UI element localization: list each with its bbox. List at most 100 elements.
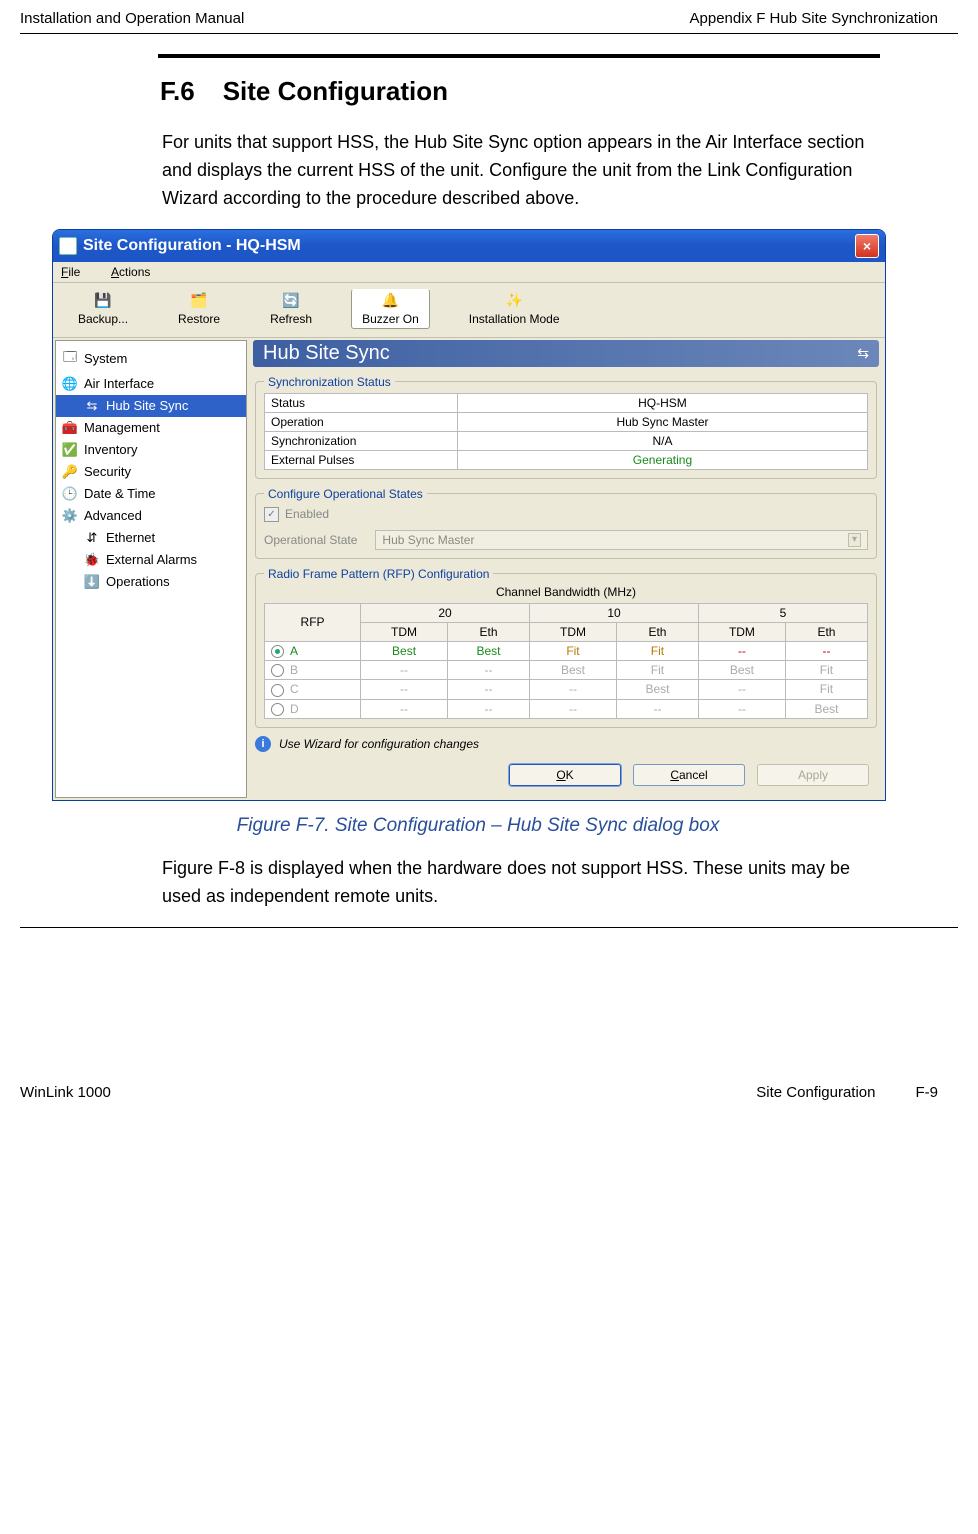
- col-bw20: 20: [361, 603, 530, 622]
- radio-icon: [271, 684, 284, 697]
- cancel-button[interactable]: Cancel: [633, 764, 745, 786]
- restore-button[interactable]: 🗂️ Restore: [167, 289, 231, 329]
- restore-icon: 🗂️: [178, 292, 220, 310]
- cbw-label: Channel Bandwidth (MHz): [264, 585, 868, 599]
- col-bw5: 5: [698, 603, 867, 622]
- rfp-cell: --: [448, 680, 530, 699]
- install-mode-button[interactable]: ✨ Installation Mode: [458, 289, 571, 329]
- sidebar-label: Hub Site Sync: [106, 398, 188, 413]
- rfp-cell: Best: [698, 661, 785, 680]
- rfp-row: D----------Best: [265, 699, 868, 718]
- sidebar-item-advanced[interactable]: ⚙️Advanced: [56, 505, 246, 527]
- dialog-titlebar[interactable]: Site Configuration - HQ-HSM ×: [53, 230, 885, 262]
- backup-button[interactable]: 💾 Backup...: [67, 289, 139, 329]
- rfp-group: Radio Frame Pattern (RFP) Configuration …: [255, 567, 877, 728]
- sidebar-label: Ethernet: [106, 530, 155, 545]
- pulses-key: External Pulses: [265, 450, 458, 469]
- rfp-cell: Best: [785, 699, 867, 718]
- sidebar-item-ethernet[interactable]: ⇵Ethernet: [56, 527, 246, 549]
- inventory-icon: ✅: [62, 442, 78, 458]
- ok-button[interactable]: OK: [509, 764, 621, 786]
- rfp-table: RFP 20 10 5 TDMEth TDMEth TDMEth ABestBe…: [264, 603, 868, 719]
- apply-button: Apply: [757, 764, 869, 786]
- enabled-checkbox: ✓: [264, 507, 279, 522]
- status-key: Status: [265, 393, 458, 412]
- sidebar-item-inventory[interactable]: ✅Inventory: [56, 439, 246, 461]
- rfp-cell: --: [361, 680, 448, 699]
- rfp-row: C------Best--Fit: [265, 680, 868, 699]
- sync-icon: ⇆: [84, 398, 100, 414]
- header-right: Appendix F Hub Site Synchronization: [690, 10, 938, 27]
- rfp-cell: Best: [530, 661, 617, 680]
- sidebar-label: Air Interface: [84, 376, 154, 391]
- restore-label: Restore: [178, 312, 220, 326]
- sidebar: 🗔System 🌐 Air Interface ⇆ Hub Site Sync 🧰M…: [55, 340, 247, 798]
- rfp-cell: Fit: [616, 641, 698, 660]
- section-number: F.6: [160, 76, 195, 106]
- sync-key: Synchronization: [265, 431, 458, 450]
- sidebar-item-air-interface[interactable]: 🌐 Air Interface: [56, 373, 246, 395]
- operation-key: Operation: [265, 412, 458, 431]
- rfp-cell: Best: [448, 641, 530, 660]
- rfp-radio-cell: C: [265, 680, 361, 699]
- sidebar-label: Management: [84, 420, 160, 435]
- sync-status-group: Synchronization Status StatusHQ-HSM Oper…: [255, 375, 877, 479]
- op-states-group: Configure Operational States ✓ Enabled O…: [255, 487, 877, 559]
- rfp-cell: --: [361, 699, 448, 718]
- buzzer-label: Buzzer On: [362, 312, 419, 326]
- sidebar-label: Operations: [106, 574, 170, 589]
- sidebar-item-system[interactable]: 🗔System: [56, 345, 246, 373]
- sync-status-table: StatusHQ-HSM OperationHub Sync Master Sy…: [264, 393, 868, 470]
- sync-value: N/A: [457, 431, 867, 450]
- link-icon: ⇆: [857, 345, 869, 362]
- install-label: Installation Mode: [469, 312, 560, 326]
- sidebar-item-security[interactable]: 🔑Security: [56, 461, 246, 483]
- close-icon[interactable]: ×: [855, 234, 879, 258]
- sidebar-item-hub-site-sync[interactable]: ⇆ Hub Site Sync: [56, 395, 246, 417]
- rfp-cell: Fit: [616, 661, 698, 680]
- rfp-cell: --: [698, 680, 785, 699]
- sidebar-item-operations[interactable]: ⬇️Operations: [56, 571, 246, 593]
- rfp-cell: --: [698, 641, 785, 660]
- sidebar-label: Security: [84, 464, 131, 479]
- radio-icon: [271, 664, 284, 677]
- col-tdm: TDM: [530, 622, 617, 641]
- sidebar-item-external-alarms[interactable]: 🐞 External Alarms: [56, 549, 246, 571]
- rfp-row: B----BestFitBestFit: [265, 661, 868, 680]
- sidebar-label: Advanced: [84, 508, 142, 523]
- menu-bar: File Actions: [53, 262, 885, 283]
- rfp-cell: --: [448, 661, 530, 680]
- col-bw10: 10: [530, 603, 699, 622]
- air-icon: 🌐: [62, 376, 78, 392]
- rfp-radio-cell: D: [265, 699, 361, 718]
- sidebar-item-date-time[interactable]: 🕒Date & Time: [56, 483, 246, 505]
- rfp-cell: Fit: [785, 680, 867, 699]
- op-state-label: Operational State: [264, 533, 357, 547]
- paragraph-1: For units that support HSS, the Hub Site…: [162, 129, 876, 213]
- refresh-label: Refresh: [270, 312, 312, 326]
- buzzer-button[interactable]: 🔔 Buzzer On: [351, 289, 430, 329]
- wizard-icon: ✨: [469, 292, 560, 310]
- main-panel: Hub Site Sync ⇆ Synchronization Status S…: [247, 338, 885, 800]
- section-rule: [158, 54, 880, 58]
- rfp-cell: --: [448, 699, 530, 718]
- rfp-cell: Best: [361, 641, 448, 660]
- radio-icon: [271, 645, 284, 658]
- menu-file[interactable]: File: [61, 265, 94, 279]
- rfp-legend: Radio Frame Pattern (RFP) Configuration: [264, 567, 493, 581]
- sidebar-label: External Alarms: [106, 552, 197, 567]
- alarm-icon: 🐞: [84, 552, 100, 568]
- system-icon: 🗔: [62, 348, 78, 370]
- sidebar-item-management[interactable]: 🧰Management: [56, 417, 246, 439]
- buzzer-icon: 🔔: [362, 292, 419, 310]
- dialog-title-icon: [59, 237, 77, 255]
- footer-rule: [20, 927, 958, 928]
- chevron-down-icon: ▾: [848, 533, 861, 547]
- menu-actions[interactable]: Actions: [111, 265, 150, 279]
- op-state-value: Hub Sync Master: [382, 533, 474, 547]
- rfp-radio-cell[interactable]: A: [265, 641, 361, 660]
- refresh-button[interactable]: 🔄 Refresh: [259, 289, 323, 329]
- op-state-select: Hub Sync Master ▾: [375, 530, 868, 550]
- col-rfp: RFP: [265, 603, 361, 641]
- backup-label: Backup...: [78, 312, 128, 326]
